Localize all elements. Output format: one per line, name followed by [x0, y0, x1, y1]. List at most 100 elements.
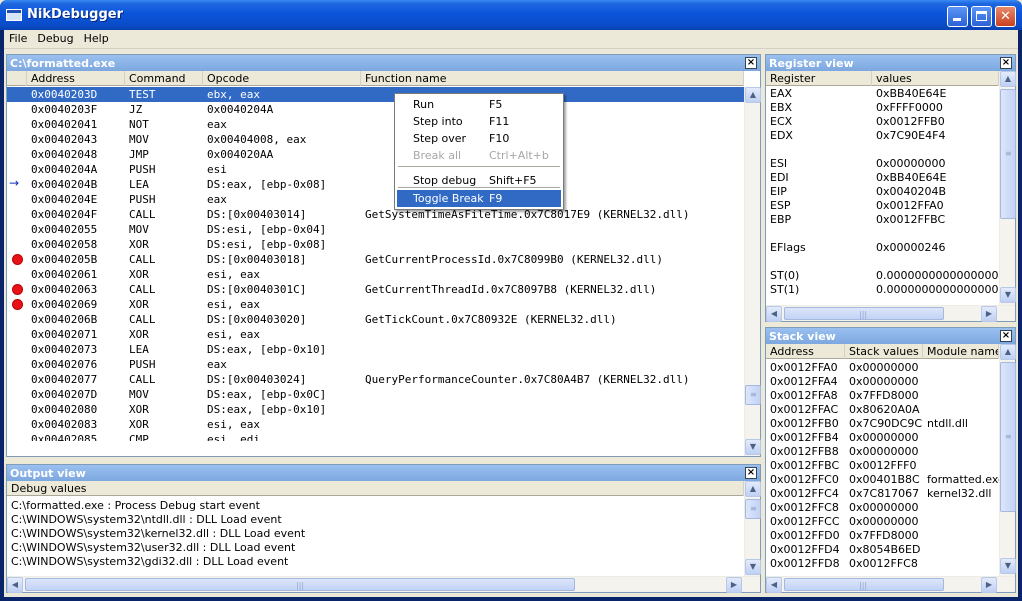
code-row[interactable]: → 0x0040204B LEA DS:eax, [ebp-0x08]: [7, 177, 744, 192]
col-function-name[interactable]: Function name: [361, 71, 744, 86]
scroll-right-icon[interactable]: ▶: [981, 306, 997, 322]
col-command[interactable]: Command: [125, 71, 203, 86]
context-menu-item-step-into[interactable]: Step into F11: [397, 113, 561, 130]
code-row[interactable]: 0x0040203F JZ 0x0040204A: [7, 102, 744, 117]
col-values[interactable]: values: [872, 71, 999, 86]
output-vscroll[interactable]: ▲ ≡ ▼: [744, 481, 761, 576]
code-row[interactable]: 0x00402073 LEA DS:eax, [ebp-0x10]: [7, 342, 744, 357]
code-row[interactable]: 0x00402058 XOR DS:esi, [ebp-0x08]: [7, 237, 744, 252]
output-panel-close-icon[interactable]: ×: [745, 467, 757, 479]
breakpoint-icon[interactable]: [12, 299, 23, 310]
code-row[interactable]: 0x00402048 JMP 0x004020AA: [7, 147, 744, 162]
code-row[interactable]: 0x0040205B CALL DS:[0x00403018] GetCurrentP…: [7, 252, 744, 267]
stack-address: 0x0012FFC0: [770, 473, 839, 486]
register-panel-close-icon[interactable]: ×: [1000, 57, 1012, 69]
context-menu-item-run[interactable]: Run F5: [397, 96, 561, 113]
stack-address: 0x0012FFB0: [770, 417, 839, 430]
col-stack-values[interactable]: Stack values: [845, 344, 923, 359]
scroll-right-icon[interactable]: ▶: [981, 577, 997, 593]
output-hscroll[interactable]: ◀ ||| ▶: [7, 576, 760, 593]
scroll-thumb[interactable]: |||: [784, 578, 944, 591]
code-row[interactable]: 0x00402043 MOV 0x00404008, eax: [7, 132, 744, 147]
code-row[interactable]: 0x00402080 XOR DS:eax, [ebp-0x10]: [7, 402, 744, 417]
register-name: ESI: [770, 157, 788, 170]
stack-value: 0x00000000: [849, 445, 919, 458]
menu-file[interactable]: File: [4, 30, 32, 48]
scroll-thumb[interactable]: |||: [784, 307, 944, 320]
scroll-left-icon[interactable]: ◀: [7, 577, 23, 593]
code-row[interactable]: 0x0040206B CALL DS:[0x00403020] GetTickCoun…: [7, 312, 744, 327]
stack-panel-close-icon[interactable]: ×: [1000, 330, 1012, 342]
context-menu-label: Step into: [413, 115, 463, 128]
code-vscroll[interactable]: ▲ ≡ ▼: [744, 87, 761, 456]
scroll-thumb[interactable]: |||: [25, 578, 575, 591]
address-cell: 0x00402058: [31, 238, 98, 251]
col-address[interactable]: Address: [27, 71, 125, 86]
scroll-left-icon[interactable]: ◀: [766, 577, 782, 593]
scroll-up-icon[interactable]: ▲: [1000, 344, 1016, 360]
stack-hscroll[interactable]: ◀ ||| ▶: [766, 576, 1015, 593]
menu-help[interactable]: Help: [79, 30, 114, 48]
scroll-down-icon[interactable]: ▼: [1000, 287, 1016, 303]
code-row[interactable]: 0x00402076 PUSH eax: [7, 357, 744, 372]
code-row[interactable]: 0x00402071 XOR esi, eax: [7, 327, 744, 342]
col-register[interactable]: Register: [766, 71, 872, 86]
minimize-button[interactable]: [947, 6, 968, 27]
scroll-thumb[interactable]: ≡: [1000, 89, 1016, 219]
context-menu-item-toggle-break[interactable]: Toggle Break F9: [397, 190, 561, 207]
code-panel-close-icon[interactable]: ×: [745, 57, 757, 69]
code-row[interactable]: 0x00402055 MOV DS:esi, [ebp-0x04]: [7, 222, 744, 237]
context-menu-item-step-over[interactable]: Step over F10: [397, 130, 561, 147]
code-row[interactable]: 0x00402061 XOR esi, eax: [7, 267, 744, 282]
code-row[interactable]: 0x00402083 XOR esi, eax: [7, 417, 744, 432]
scroll-left-icon[interactable]: ◀: [766, 306, 782, 322]
scroll-down-icon[interactable]: ▼: [745, 439, 761, 455]
menu-debug[interactable]: Debug: [32, 30, 78, 48]
register-row: ECX 0x0012FFB0: [766, 115, 999, 129]
register-hscroll[interactable]: ◀ ||| ▶: [766, 305, 1015, 322]
breakpoint-icon[interactable]: [12, 254, 23, 265]
stack-vscroll[interactable]: ▲ ≡ ▼: [999, 344, 1016, 576]
scroll-thumb[interactable]: ≡: [1000, 362, 1016, 512]
code-row[interactable]: 0x0040204F CALL DS:[0x00403014] GetSystemTi…: [7, 207, 744, 222]
code-row[interactable]: 0x0040204A PUSH esi: [7, 162, 744, 177]
code-row[interactable]: 0x00402069 XOR esi, eax: [7, 297, 744, 312]
code-row[interactable]: 0x00402085 CMP esi, edi: [7, 432, 744, 441]
code-row[interactable]: 0x00402077 CALL DS:[0x00403024] QueryPerfor…: [7, 372, 744, 387]
function-cell: [361, 417, 744, 432]
scroll-down-icon[interactable]: ▼: [745, 559, 761, 575]
stack-panel-title: Stack view ×: [766, 328, 1015, 344]
scroll-right-icon[interactable]: ▶: [726, 577, 742, 593]
code-row[interactable]: 0x0040203D TEST ebx, eax: [7, 87, 744, 102]
code-row[interactable]: 0x0040207D MOV DS:eax, [ebp-0x0C]: [7, 387, 744, 402]
code-row[interactable]: 0x0040204E PUSH eax: [7, 192, 744, 207]
col-module-name[interactable]: Module name: [923, 344, 999, 359]
command-cell: XOR: [129, 298, 149, 311]
register-value: 0x0012FFA0: [876, 199, 944, 212]
code-row[interactable]: 0x00402041 NOT eax: [7, 117, 744, 132]
opcode-cell: 0x0040204A: [207, 103, 274, 116]
address-cell: 0x00402055: [31, 223, 98, 236]
col-debug-values[interactable]: Debug values: [7, 481, 744, 496]
scroll-thumb[interactable]: ≡: [745, 499, 761, 519]
opcode-cell: eax: [207, 358, 227, 371]
stack-row: 0x0012FFC0 0x00401B8C formatted.exe: [766, 473, 999, 487]
code-list: 0x0040203D TEST ebx, eax 0x0040203F JZ 0x0040…: [7, 87, 744, 441]
function-cell: GetCurrentProcessId.0x7C8099B0 (KERNEL32…: [365, 253, 664, 266]
scroll-thumb[interactable]: ≡: [745, 385, 761, 405]
code-row[interactable]: 0x00402063 CALL DS:[0x0040301C] GetCurrentT…: [7, 282, 744, 297]
col-stack-address[interactable]: Address: [766, 344, 845, 359]
title-bar[interactable]: NikDebugger ✕: [0, 0, 1022, 30]
close-button[interactable]: ✕: [995, 6, 1016, 27]
scroll-up-icon[interactable]: ▲: [745, 87, 761, 103]
col-opcode[interactable]: Opcode: [203, 71, 361, 86]
breakpoint-icon[interactable]: [12, 284, 23, 295]
scroll-down-icon[interactable]: ▼: [1000, 558, 1016, 574]
maximize-button[interactable]: [971, 6, 992, 27]
stack-value: 0x00000000: [849, 375, 919, 388]
stack-row: 0x0012FFB0 0x7C90DC9C ntdll.dll: [766, 417, 999, 431]
register-name: EAX: [770, 87, 793, 100]
scroll-up-icon[interactable]: ▲: [745, 481, 761, 497]
scroll-up-icon[interactable]: ▲: [1000, 71, 1016, 87]
register-vscroll[interactable]: ▲ ≡ ▼: [999, 71, 1016, 305]
